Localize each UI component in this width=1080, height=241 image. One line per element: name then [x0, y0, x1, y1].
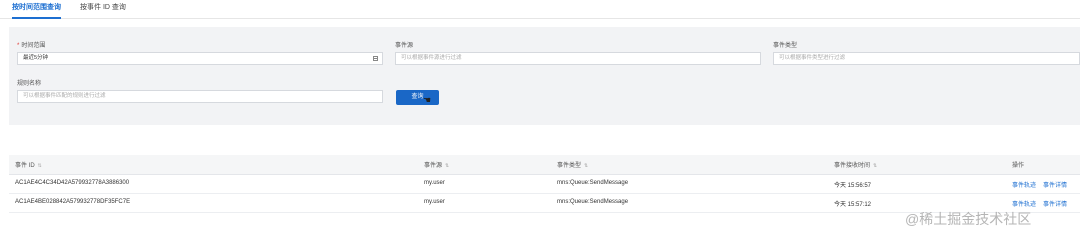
pointer-cursor-icon: ☚ — [423, 95, 432, 105]
event-source-label: 事件源 — [395, 43, 414, 49]
sort-icon[interactable]: ⇅ — [38, 163, 42, 169]
event-source-cell: my.user — [424, 180, 445, 186]
table-row: AC1AE4C4C34D42A579932778A3886300 my.user… — [9, 175, 1080, 194]
calendar-icon — [373, 56, 378, 61]
column-header-actions: 操作 — [1012, 163, 1025, 169]
event-source-input[interactable]: 可以根据事件源进行过滤 — [395, 52, 761, 65]
tab-time-range[interactable]: 按时间范围查询 — [12, 2, 61, 19]
event-type-label: 事件类型 — [773, 43, 798, 49]
sort-icon[interactable]: ⇅ — [584, 163, 588, 169]
query-tabs: 按时间范围查询 按事件 ID 查询 — [0, 0, 1080, 19]
event-detail-link[interactable]: 事件详情 — [1043, 199, 1067, 208]
time-range-label: * 时间范围 — [17, 43, 46, 49]
receive-time-cell: 今天 15:57:12 — [834, 202, 872, 208]
rule-name-label: 规则名称 — [17, 81, 42, 87]
event-trace-link[interactable]: 事件轨迹 — [1012, 199, 1036, 208]
event-trace-link[interactable]: 事件轨迹 — [1012, 180, 1036, 189]
query-button[interactable]: 查询 — [396, 90, 439, 105]
event-type-cell: mns:Queue:SendMessage — [557, 180, 629, 186]
receive-time-cell: 今天 15:56:57 — [834, 183, 872, 189]
event-type-cell: mns:Queue:SendMessage — [557, 199, 629, 205]
column-header-event-type[interactable]: 事件类型 ⇅ — [557, 160, 588, 169]
tab-event-id[interactable]: 按事件 ID 查询 — [80, 2, 126, 17]
column-header-event-source[interactable]: 事件源 ⇅ — [424, 160, 449, 169]
event-id-cell: AC1AE4C4C34D42A579932778A3886300 — [15, 180, 130, 186]
sort-icon[interactable]: ⇅ — [445, 163, 449, 169]
watermark: @稀土掘金技术社区 — [905, 211, 1032, 227]
event-detail-link[interactable]: 事件详情 — [1043, 180, 1067, 189]
time-range-select[interactable]: 最近5分钟 — [17, 52, 383, 65]
event-type-input[interactable]: 可以根据事件类型进行过滤 — [773, 52, 1080, 65]
event-id-cell: AC1AE4BE028842A579932778DF35FC7E — [15, 199, 131, 205]
filter-panel-background — [9, 27, 1080, 125]
sort-icon[interactable]: ⇅ — [873, 163, 877, 169]
column-header-receive-time[interactable]: 事件接收时间 ⇅ — [834, 160, 877, 169]
column-header-event-id[interactable]: 事件 ID ⇅ — [15, 160, 42, 169]
event-source-cell: my.user — [424, 199, 445, 205]
required-mark: * — [17, 43, 20, 49]
rule-name-input[interactable]: 可以根据事件匹配的规则进行过滤 — [17, 90, 383, 103]
table-header: 事件 ID ⇅ 事件源 ⇅ 事件类型 ⇅ 事件接收时间 ⇅ 操作 — [9, 155, 1080, 175]
